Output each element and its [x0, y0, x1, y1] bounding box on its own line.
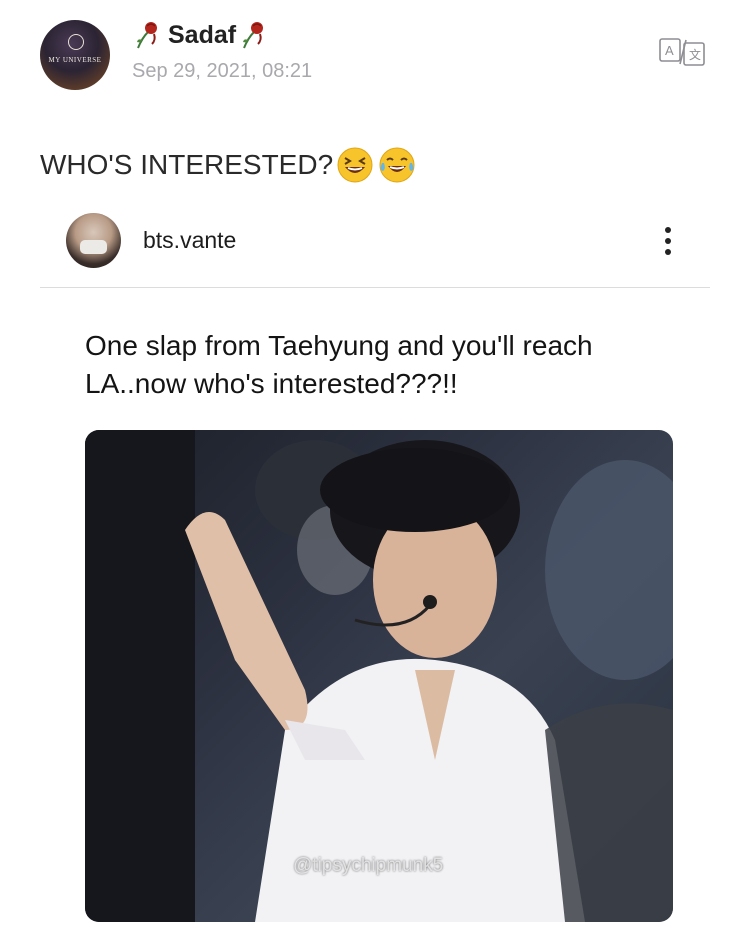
author-avatar[interactable]: MY UNIVERSE [40, 20, 110, 90]
embed-photo[interactable]: @tipsychipmunk5 [85, 430, 673, 922]
svg-text:A: A [665, 43, 674, 58]
author-name-row[interactable]: Sadaf [132, 18, 272, 52]
post-text: WHO'S INTERESTED? [40, 149, 334, 180]
embed-divider [40, 287, 710, 288]
avatar-emblem-icon [68, 34, 84, 50]
photo-watermark: @tipsychipmunk5 [293, 855, 444, 876]
embed-username[interactable]: bts.vante [143, 227, 236, 254]
embed-caption: One slap from Taehyung and you'll reach … [85, 330, 593, 399]
face-mask-shape [80, 240, 107, 254]
embed-avatar[interactable] [66, 213, 121, 268]
laughing-squint-emoji [337, 147, 373, 183]
svg-text:文: 文 [689, 47, 701, 62]
translate-icon[interactable]: A 文 [658, 37, 706, 67]
post-timestamp: Sep 29, 2021, 08:21 [132, 60, 313, 82]
wilted-rose-icon [243, 22, 264, 49]
author-name: Sadaf [168, 20, 237, 49]
vertical-ellipsis-icon[interactable] [658, 221, 678, 261]
post-text-row: WHO'S INTERESTED? [40, 145, 417, 185]
avatar-text: MY UNIVERSE [48, 56, 102, 64]
photo-illustration [85, 430, 673, 922]
tears-of-joy-emoji [379, 147, 415, 183]
wilted-rose-icon [137, 22, 157, 49]
